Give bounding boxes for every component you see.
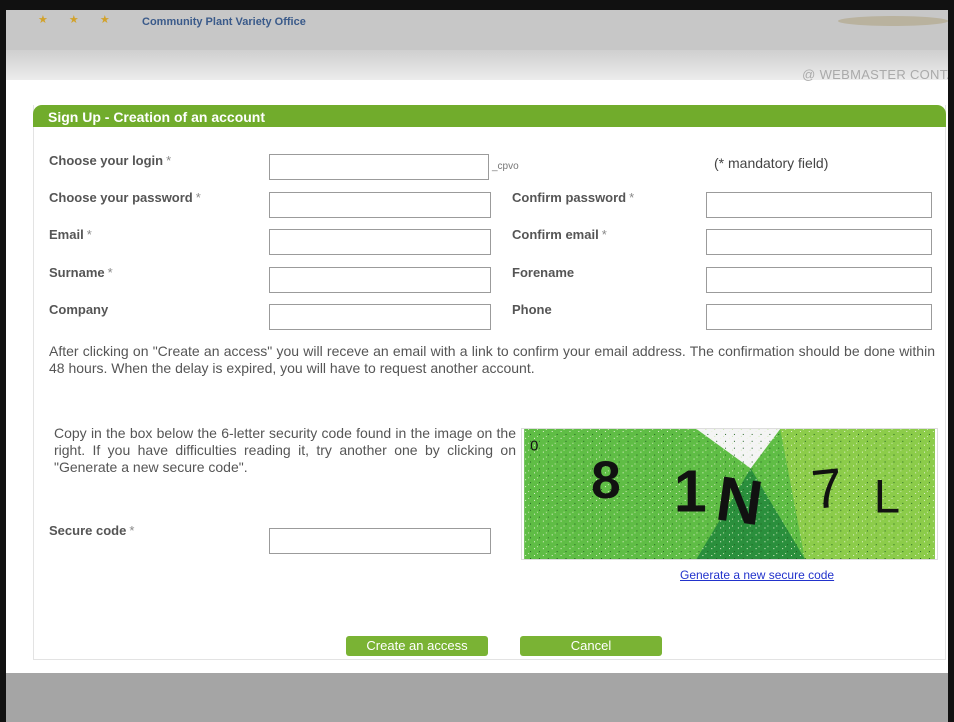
login-input[interactable] xyxy=(269,154,489,180)
generate-new-code-link[interactable]: Generate a new secure code xyxy=(680,568,834,582)
site-footer xyxy=(6,673,948,722)
confirmation-info-text: After clicking on "Create an access" you… xyxy=(49,343,935,376)
forename-input[interactable] xyxy=(706,267,932,293)
phone-label: Phone xyxy=(512,302,552,317)
confirm-email-label: Confirm email * xyxy=(512,227,607,242)
captcha-char: 8 xyxy=(591,451,621,510)
login-label: Choose your login * xyxy=(49,153,172,168)
captcha-char: N xyxy=(712,464,767,540)
webmaster-contact-link[interactable]: @ WEBMASTER CONTA xyxy=(802,67,948,82)
captcha-instructions: Copy in the box below the 6-letter secur… xyxy=(54,425,516,475)
secure-code-label: Secure code * xyxy=(49,523,135,538)
forename-label: Forename xyxy=(512,265,575,280)
header-decoration xyxy=(838,16,948,26)
captcha-char: 7 xyxy=(809,456,846,521)
login-suffix: _cpvo xyxy=(492,161,519,172)
site-org-name: Community Plant Variety Office xyxy=(142,16,306,28)
surname-input[interactable] xyxy=(269,267,491,293)
mandatory-field-note: (* mandatory field) xyxy=(714,155,829,171)
create-access-button[interactable]: Create an access xyxy=(346,636,488,656)
captcha-char: 0 xyxy=(530,439,538,455)
confirm-password-label: Confirm password * xyxy=(512,190,635,205)
eu-stars-logo: ★ ★ ★ xyxy=(38,14,119,26)
confirm-email-input[interactable] xyxy=(706,229,932,255)
email-label: Email * xyxy=(49,227,92,242)
signup-dialog: Sign Up - Creation of an account Choose … xyxy=(33,105,946,660)
browser-frame: ★ ★ ★ Community Plant Variety Office @ W… xyxy=(0,0,954,722)
dialog-title: Sign Up - Creation of an account xyxy=(33,105,946,127)
captcha-char: 1 xyxy=(674,459,707,525)
surname-label: Surname * xyxy=(49,265,113,280)
password-label: Choose your password * xyxy=(49,190,201,205)
confirm-password-input[interactable] xyxy=(706,192,932,218)
captcha-image: 0 8 1 N 7 L xyxy=(521,428,938,560)
email-input[interactable] xyxy=(269,229,491,255)
captcha-char: L xyxy=(874,471,900,524)
company-input[interactable] xyxy=(269,304,491,330)
phone-input[interactable] xyxy=(706,304,932,330)
password-input[interactable] xyxy=(269,192,491,218)
company-label: Company xyxy=(49,302,109,317)
secure-code-input[interactable] xyxy=(269,528,491,554)
cancel-button[interactable]: Cancel xyxy=(520,636,662,656)
